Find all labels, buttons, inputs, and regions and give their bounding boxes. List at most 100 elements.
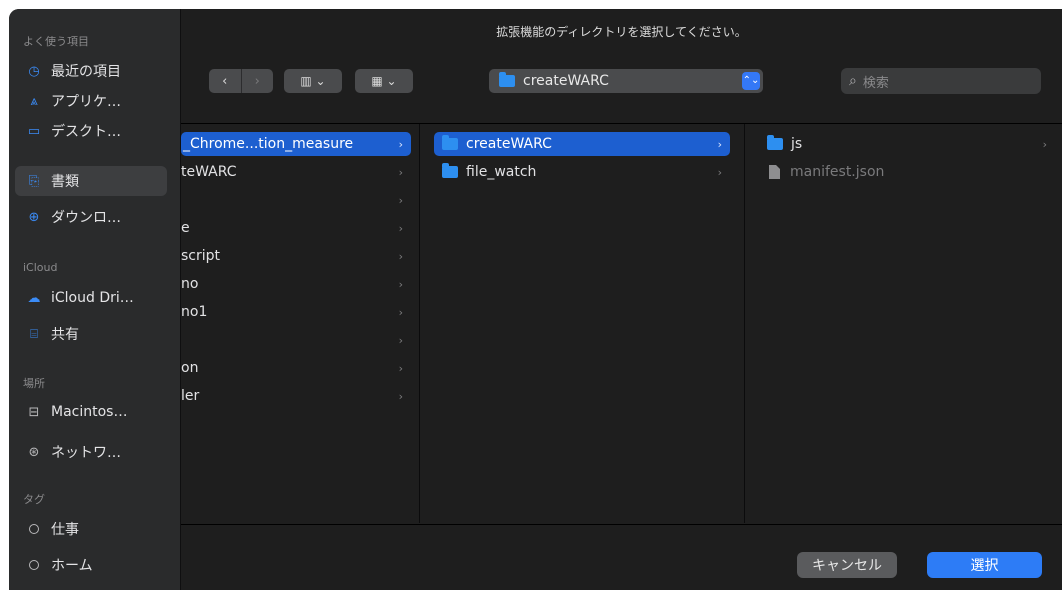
dialog-title: 拡張機能のディレクトリを選択してください。 [496,25,747,39]
cloud-icon: ☁ [27,290,41,306]
applications-icon: ⩓ [30,93,38,109]
sidebar-item-label: デスクト… [51,124,121,140]
list-item[interactable]: › [181,328,411,352]
folder-icon [442,135,458,150]
navigation-buttons: ‹ › [209,69,273,93]
list-item-label: js [791,136,803,152]
sidebar: よく使う項目 ◷ 最近の項目 ⩓ アプリケ… ▭ デスクト… ⎘ 書類 ⊕ ダウ… [9,9,181,590]
sidebar-item-tag-home[interactable]: ホーム [15,550,167,580]
disk-icon: ⊟ [28,404,40,420]
chevron-right-icon: › [398,165,403,179]
chevron-right-icon: › [398,249,403,263]
sidebar-item-label: 最近の項目 [51,64,121,80]
sidebar-item-documents[interactable]: ⎘ 書類 [15,166,167,196]
list-item[interactable]: _Chrome...tion_measure › [181,132,411,156]
list-item-label: ler [181,388,200,404]
clock-icon: ◷ [28,63,40,79]
forward-button[interactable]: › [240,69,273,93]
sidebar-item-icloud-drive[interactable]: ☁ iCloud Dri… [15,283,167,313]
folder-icon [442,163,458,178]
tag-icon [29,560,39,570]
list-item[interactable]: script › [181,244,411,268]
list-item-label: no [181,276,199,292]
search-icon: ⌕ [849,73,857,89]
popup-arrows-icon: ⌃⌄ [742,72,760,90]
list-item[interactable]: › [181,188,411,212]
column-browser: _Chrome...tion_measure › teWARC › › e › … [181,123,1062,523]
browser-column-1: _Chrome...tion_measure › teWARC › › e › … [181,124,420,523]
sidebar-section-favorites: よく使う項目 [23,35,89,48]
bottom-bar: キャンセル 選択 [181,524,1062,590]
open-dialog-window: よく使う項目 ◷ 最近の項目 ⩓ アプリケ… ▭ デスクト… ⎘ 書類 ⊕ ダウ… [9,9,1062,590]
list-item-label: _Chrome...tion_measure [183,136,354,152]
tag-icon [29,524,39,534]
search-placeholder: 検索 [862,75,889,91]
chevron-right-icon: › [398,361,403,375]
list-item-label: createWARC [466,136,552,152]
chevron-right-icon: › [717,165,722,179]
list-item-label: e [181,220,190,236]
chevron-right-icon: › [398,193,403,207]
sidebar-item-label: アプリケ… [51,94,121,110]
sidebar-item-tag-work[interactable]: 仕事 [15,514,167,544]
list-item-label: script [181,248,221,264]
browser-column-2: createWARC › file_watch › [420,124,745,523]
list-item[interactable]: createWARC › [434,132,730,156]
path-popup-button[interactable]: createWARC ⌃⌄ [489,69,763,93]
list-item[interactable]: no › [181,272,411,296]
list-item[interactable]: js › [759,132,1055,156]
sidebar-item-desktop[interactable]: ▭ デスクト… [15,116,167,146]
list-item: manifest.json [759,160,1055,184]
select-button[interactable]: 選択 [927,552,1042,578]
sidebar-item-macintosh-hd[interactable]: ⊟ Macintos… [15,397,167,427]
chevron-right-icon: › [398,389,403,403]
desktop-icon: ▭ [27,123,41,139]
sidebar-item-label: ダウンロ… [51,210,121,226]
list-item[interactable]: on › [181,356,411,380]
list-item[interactable]: teWARC › [181,160,411,184]
group-button[interactable]: ▦ ⌄ [355,69,413,93]
sidebar-item-label: 仕事 [51,522,79,538]
path-popup-label: createWARC [523,73,609,89]
list-item[interactable]: ler › [181,384,411,408]
search-field[interactable]: ⌕ 検索 [841,68,1041,94]
list-item-label: file_watch [466,164,537,180]
chevron-right-icon: › [1042,137,1047,151]
list-item-label: teWARC [181,164,237,180]
folder-icon [499,72,515,87]
network-icon: ⊛ [28,444,40,460]
list-item-label: no1 [181,304,208,320]
sidebar-item-label: ホーム [51,558,93,574]
chevron-right-icon: › [398,305,403,319]
chevron-right-icon: › [398,137,403,151]
back-button[interactable]: ‹ [209,69,241,93]
chevron-right-icon: › [398,277,403,291]
chevron-right-icon: › [717,137,722,151]
chevron-right-icon: › [398,221,403,235]
list-item[interactable]: no1 › [181,300,411,324]
sidebar-item-recents[interactable]: ◷ 最近の項目 [15,56,167,86]
sidebar-item-network[interactable]: ⊛ ネットワ… [15,437,167,467]
sidebar-section-locations: 場所 [23,377,45,390]
download-icon: ⊕ [28,209,40,225]
folder-icon [767,135,783,150]
sidebar-item-label: Macintos… [51,404,128,420]
sidebar-item-label: iCloud Dri… [51,290,134,306]
list-item-label: on [181,360,199,376]
sidebar-section-icloud: iCloud [23,261,58,274]
file-icon [769,165,780,179]
shared-folder-icon: ⌸ [30,326,38,342]
sidebar-item-label: 書類 [51,174,79,190]
sidebar-item-applications[interactable]: ⩓ アプリケ… [15,86,167,116]
cancel-button[interactable]: キャンセル [797,552,897,578]
sidebar-item-downloads[interactable]: ⊕ ダウンロ… [15,202,167,232]
document-icon: ⎘ [28,173,40,189]
column-view-button[interactable]: ▥ ⌄ [284,69,342,93]
sidebar-item-label: 共有 [51,327,79,343]
list-item[interactable]: file_watch › [434,160,730,184]
browser-column-3: js › manifest.json [745,124,1062,523]
sidebar-item-label: ネットワ… [51,445,121,461]
sidebar-item-shared[interactable]: ⌸ 共有 [15,319,167,349]
list-item[interactable]: e › [181,216,411,240]
list-item-label: manifest.json [790,164,885,180]
